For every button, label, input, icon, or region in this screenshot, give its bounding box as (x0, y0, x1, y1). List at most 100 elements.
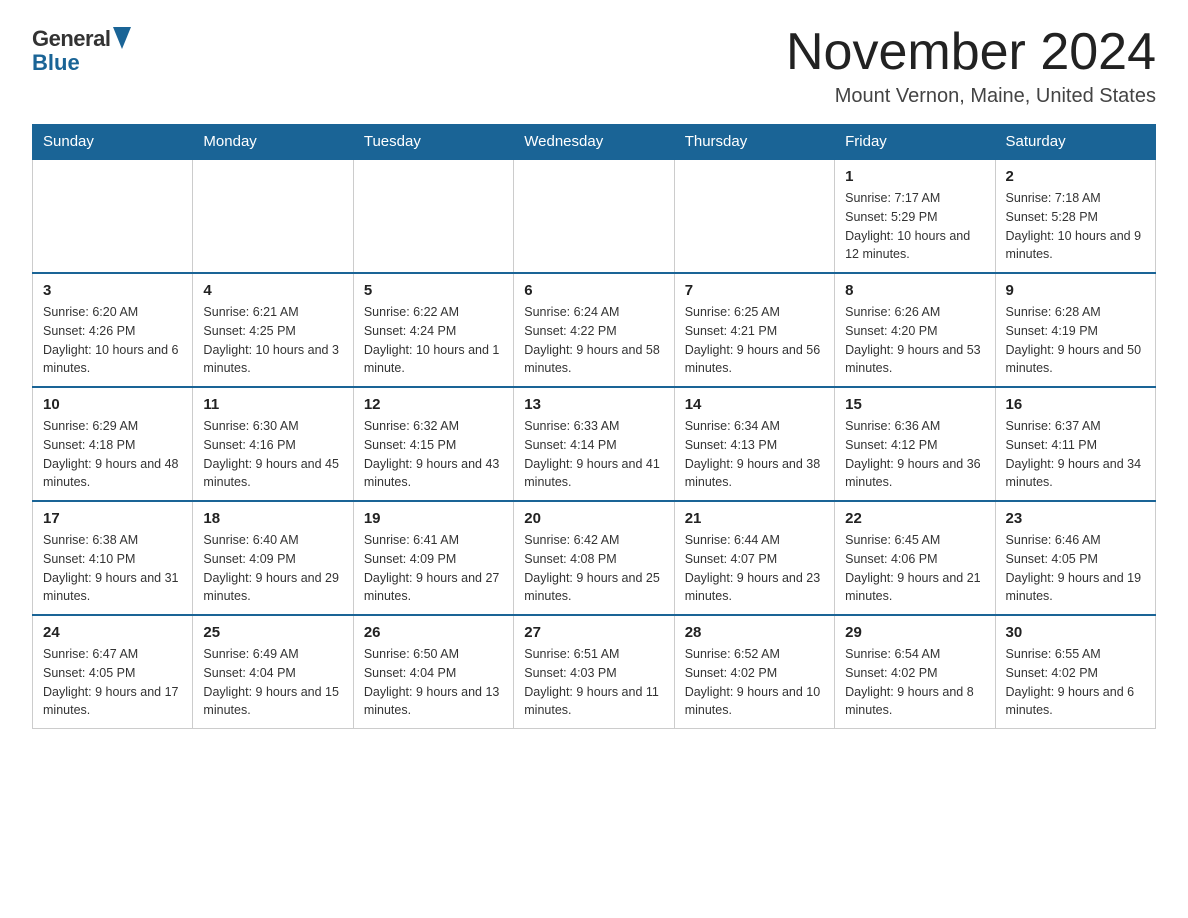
day-number: 5 (364, 282, 503, 299)
calendar-cell: 22Sunrise: 6:45 AMSunset: 4:06 PMDayligh… (835, 501, 995, 615)
calendar-cell (33, 159, 193, 273)
calendar-title: November 2024 (786, 24, 1156, 81)
calendar-cell: 7 Sunrise: 6:25 AMSunset: 4:21 PMDaylight… (674, 273, 834, 387)
calendar-cell: 18 Sunrise: 6:40 AMSunset: 4:09 PMDayligh… (193, 501, 353, 615)
calendar-header-row: SundayMondayTuesdayWednesdayThursdayFrid… (33, 125, 1156, 160)
day-number: 13 (524, 396, 663, 413)
day-number: 26 (364, 624, 503, 641)
day-info: Sunrise: 6:32 AMSunset: 4:15 PMDaylight:… (364, 417, 503, 492)
day-number: 15 (845, 396, 984, 413)
day-number: 19 (364, 510, 503, 527)
day-info: Sunrise: 7:18 AMSunset: 5:28 PMDaylight:… (1006, 189, 1145, 264)
logo: General Blue (32, 24, 131, 76)
day-info: Sunrise: 6:33 AMSunset: 4:14 PMDaylight:… (524, 417, 663, 492)
day-number: 20 (524, 510, 663, 527)
calendar-cell (514, 159, 674, 273)
day-number: 3 (43, 282, 182, 299)
logo-general-text: General (32, 26, 110, 52)
day-info: Sunrise: 6:55 AMSunset: 4:02 PMDaylight:… (1006, 645, 1145, 720)
calendar-cell: 24 Sunrise: 6:47 AMSunset: 4:05 PMDayligh… (33, 615, 193, 729)
logo-blue-text: Blue (32, 50, 80, 75)
calendar-cell: 25 Sunrise: 6:49 AMSunset: 4:04 PMDayligh… (193, 615, 353, 729)
calendar-cell: 3 Sunrise: 6:20 AMSunset: 4:26 PMDaylight… (33, 273, 193, 387)
day-info: Sunrise: 6:47 AMSunset: 4:05 PMDaylight:… (43, 645, 182, 720)
header-sunday: Sunday (33, 125, 193, 160)
day-number: 7 (685, 282, 824, 299)
header-saturday: Saturday (995, 125, 1155, 160)
day-info: Sunrise: 6:30 AMSunset: 4:16 PMDaylight:… (203, 417, 342, 492)
calendar-cell: 9Sunrise: 6:28 AMSunset: 4:19 PMDaylight… (995, 273, 1155, 387)
day-info: Sunrise: 6:42 AMSunset: 4:08 PMDaylight:… (524, 531, 663, 606)
day-number: 10 (43, 396, 182, 413)
day-info: Sunrise: 6:24 AMSunset: 4:22 PMDaylight:… (524, 303, 663, 378)
day-info: Sunrise: 6:29 AMSunset: 4:18 PMDaylight:… (43, 417, 182, 492)
calendar-cell: 17Sunrise: 6:38 AMSunset: 4:10 PMDayligh… (33, 501, 193, 615)
day-info: Sunrise: 6:50 AMSunset: 4:04 PMDaylight:… (364, 645, 503, 720)
day-number: 29 (845, 624, 984, 641)
day-info: Sunrise: 6:20 AMSunset: 4:26 PMDaylight:… (43, 303, 182, 378)
day-info: Sunrise: 6:54 AMSunset: 4:02 PMDaylight:… (845, 645, 984, 720)
calendar-week-row: 17Sunrise: 6:38 AMSunset: 4:10 PMDayligh… (33, 501, 1156, 615)
day-info: Sunrise: 6:40 AMSunset: 4:09 PMDaylight:… (203, 531, 342, 606)
day-number: 9 (1006, 282, 1145, 299)
day-info: Sunrise: 6:25 AMSunset: 4:21 PMDaylight:… (685, 303, 824, 378)
calendar-cell: 19Sunrise: 6:41 AMSunset: 4:09 PMDayligh… (353, 501, 513, 615)
calendar-week-row: 10 Sunrise: 6:29 AMSunset: 4:18 PMDayligh… (33, 387, 1156, 501)
day-number: 12 (364, 396, 503, 413)
day-info: Sunrise: 6:52 AMSunset: 4:02 PMDaylight:… (685, 645, 824, 720)
calendar-cell: 30 Sunrise: 6:55 AMSunset: 4:02 PMDayligh… (995, 615, 1155, 729)
calendar-cell: 12 Sunrise: 6:32 AMSunset: 4:15 PMDayligh… (353, 387, 513, 501)
day-info: Sunrise: 6:46 AMSunset: 4:05 PMDaylight:… (1006, 531, 1145, 606)
day-number: 28 (685, 624, 824, 641)
day-info: Sunrise: 7:17 AMSunset: 5:29 PMDaylight:… (845, 189, 984, 264)
calendar-cell: 6 Sunrise: 6:24 AMSunset: 4:22 PMDaylight… (514, 273, 674, 387)
day-number: 2 (1006, 168, 1145, 185)
calendar-title-block: November 2024 Mount Vernon, Maine, Unite… (786, 24, 1156, 108)
logo-arrow-icon (113, 27, 131, 49)
day-info: Sunrise: 6:49 AMSunset: 4:04 PMDaylight:… (203, 645, 342, 720)
calendar-cell (193, 159, 353, 273)
day-number: 21 (685, 510, 824, 527)
day-number: 6 (524, 282, 663, 299)
day-number: 27 (524, 624, 663, 641)
day-info: Sunrise: 6:22 AMSunset: 4:24 PMDaylight:… (364, 303, 503, 378)
day-number: 11 (203, 396, 342, 413)
calendar-week-row: 1Sunrise: 7:17 AMSunset: 5:29 PMDaylight… (33, 159, 1156, 273)
calendar-cell: 15 Sunrise: 6:36 AMSunset: 4:12 PMDayligh… (835, 387, 995, 501)
day-number: 4 (203, 282, 342, 299)
day-info: Sunrise: 6:44 AMSunset: 4:07 PMDaylight:… (685, 531, 824, 606)
header-thursday: Thursday (674, 125, 834, 160)
day-info: Sunrise: 6:36 AMSunset: 4:12 PMDaylight:… (845, 417, 984, 492)
calendar-cell: 29 Sunrise: 6:54 AMSunset: 4:02 PMDayligh… (835, 615, 995, 729)
calendar-cell: 26 Sunrise: 6:50 AMSunset: 4:04 PMDayligh… (353, 615, 513, 729)
day-number: 23 (1006, 510, 1145, 527)
calendar-cell: 11 Sunrise: 6:30 AMSunset: 4:16 PMDayligh… (193, 387, 353, 501)
calendar-week-row: 3 Sunrise: 6:20 AMSunset: 4:26 PMDaylight… (33, 273, 1156, 387)
day-number: 30 (1006, 624, 1145, 641)
header-friday: Friday (835, 125, 995, 160)
day-info: Sunrise: 6:26 AMSunset: 4:20 PMDaylight:… (845, 303, 984, 378)
calendar-cell: 13 Sunrise: 6:33 AMSunset: 4:14 PMDayligh… (514, 387, 674, 501)
calendar-cell: 16Sunrise: 6:37 AMSunset: 4:11 PMDayligh… (995, 387, 1155, 501)
calendar-cell: 10 Sunrise: 6:29 AMSunset: 4:18 PMDayligh… (33, 387, 193, 501)
day-number: 25 (203, 624, 342, 641)
calendar-cell (674, 159, 834, 273)
calendar-cell: 20 Sunrise: 6:42 AMSunset: 4:08 PMDayligh… (514, 501, 674, 615)
day-info: Sunrise: 6:21 AMSunset: 4:25 PMDaylight:… (203, 303, 342, 378)
day-number: 18 (203, 510, 342, 527)
calendar-cell: 2 Sunrise: 7:18 AMSunset: 5:28 PMDaylight… (995, 159, 1155, 273)
day-number: 17 (43, 510, 182, 527)
calendar-cell: 23 Sunrise: 6:46 AMSunset: 4:05 PMDayligh… (995, 501, 1155, 615)
header-tuesday: Tuesday (353, 125, 513, 160)
day-number: 14 (685, 396, 824, 413)
calendar-cell: 21 Sunrise: 6:44 AMSunset: 4:07 PMDayligh… (674, 501, 834, 615)
calendar-cell: 28 Sunrise: 6:52 AMSunset: 4:02 PMDayligh… (674, 615, 834, 729)
calendar-cell: 4 Sunrise: 6:21 AMSunset: 4:25 PMDaylight… (193, 273, 353, 387)
day-number: 24 (43, 624, 182, 641)
day-number: 16 (1006, 396, 1145, 413)
header-monday: Monday (193, 125, 353, 160)
day-number: 8 (845, 282, 984, 299)
day-info: Sunrise: 6:51 AMSunset: 4:03 PMDaylight:… (524, 645, 663, 720)
calendar-cell: 5 Sunrise: 6:22 AMSunset: 4:24 PMDaylight… (353, 273, 513, 387)
calendar-cell (353, 159, 513, 273)
